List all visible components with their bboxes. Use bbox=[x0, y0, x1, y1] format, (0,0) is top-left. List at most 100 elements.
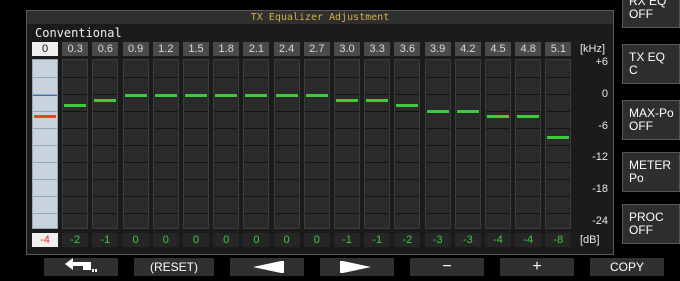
eq-mode-label: Conventional bbox=[35, 26, 122, 40]
slider-tick bbox=[153, 145, 178, 146]
band-level-marker[interactable] bbox=[154, 93, 177, 97]
slider-tick bbox=[365, 94, 390, 95]
slider-tick bbox=[274, 179, 299, 180]
slider-tick bbox=[274, 145, 299, 146]
slider-tick bbox=[335, 162, 359, 163]
slider-tick bbox=[395, 162, 420, 163]
band-level-marker[interactable] bbox=[124, 93, 147, 97]
max-po-button[interactable]: MAX-Po OFF bbox=[622, 100, 680, 140]
tx-eq-button[interactable]: TX EQ C bbox=[622, 44, 680, 84]
band-frequency-label[interactable]: 5.1 bbox=[545, 42, 572, 56]
band-level-marker[interactable] bbox=[245, 93, 268, 97]
band-frequency-label[interactable]: 0.6 bbox=[92, 42, 119, 56]
slider-tick bbox=[486, 94, 510, 95]
band-slider[interactable] bbox=[183, 59, 209, 229]
band-slider[interactable] bbox=[394, 59, 421, 229]
band-level-marker[interactable] bbox=[215, 93, 238, 97]
slider-tick bbox=[425, 196, 450, 197]
band-slider[interactable] bbox=[303, 59, 330, 229]
band-slider[interactable] bbox=[152, 59, 179, 229]
slider-tick bbox=[335, 179, 359, 180]
slider-tick bbox=[486, 145, 510, 146]
band-slider[interactable] bbox=[454, 59, 481, 229]
band-level-marker[interactable] bbox=[426, 109, 449, 113]
slider-tick bbox=[304, 196, 329, 197]
band-level-marker[interactable] bbox=[396, 104, 419, 108]
band-frequency-label[interactable]: 1.2 bbox=[152, 42, 179, 56]
meter-button[interactable]: METER Po bbox=[622, 152, 680, 192]
band-slider[interactable] bbox=[364, 59, 391, 229]
back-button[interactable] bbox=[44, 258, 118, 276]
band-frequency-label[interactable]: 0 bbox=[32, 42, 58, 56]
band-level-marker[interactable] bbox=[456, 109, 479, 113]
minus-button[interactable]: − bbox=[410, 258, 484, 276]
slider-tick bbox=[395, 128, 420, 129]
slider-tick bbox=[395, 179, 420, 180]
slider-tick bbox=[425, 77, 450, 78]
band-slider[interactable] bbox=[424, 59, 451, 229]
band-level-marker[interactable] bbox=[305, 93, 328, 97]
band-slider[interactable] bbox=[515, 59, 542, 229]
band-frequency-label[interactable]: 1.5 bbox=[183, 42, 209, 56]
band-frequency-label[interactable]: 4.8 bbox=[515, 42, 542, 56]
max-po-value: OFF bbox=[629, 119, 653, 133]
slider-tick bbox=[486, 213, 510, 214]
slider-tick bbox=[365, 111, 390, 112]
slider-tick bbox=[123, 77, 148, 78]
slider-tick bbox=[395, 111, 420, 112]
band-level-marker[interactable] bbox=[517, 115, 540, 118]
next-band-button[interactable] bbox=[320, 258, 394, 276]
band-slider[interactable] bbox=[273, 59, 300, 229]
band-frequency-label[interactable]: 3.3 bbox=[364, 42, 391, 56]
plus-button[interactable]: + bbox=[500, 258, 574, 276]
band-level-marker[interactable] bbox=[366, 99, 389, 103]
band-slider[interactable] bbox=[545, 59, 572, 229]
band-slider[interactable] bbox=[485, 59, 511, 229]
band-frequency-label[interactable]: 4.5 bbox=[485, 42, 511, 56]
slider-tick bbox=[455, 213, 480, 214]
band-slider[interactable] bbox=[122, 59, 149, 229]
slider-tick bbox=[425, 213, 450, 214]
band-frequency-label[interactable]: 1.8 bbox=[213, 42, 240, 56]
prev-band-button[interactable] bbox=[230, 258, 304, 276]
slider-tick bbox=[184, 196, 208, 197]
slider-tick bbox=[455, 179, 480, 180]
band-level-marker[interactable] bbox=[94, 99, 117, 103]
band-db-value: 0 bbox=[273, 233, 300, 247]
band-level-marker[interactable] bbox=[64, 104, 87, 108]
band-frequency-label[interactable]: 2.4 bbox=[273, 42, 300, 56]
band-frequency-label[interactable]: 2.7 bbox=[303, 42, 330, 56]
slider-tick bbox=[455, 77, 480, 78]
band-slider[interactable] bbox=[243, 59, 270, 229]
band-slider[interactable] bbox=[213, 59, 240, 229]
slider-tick bbox=[244, 77, 269, 78]
band-slider[interactable] bbox=[92, 59, 119, 229]
band-level-marker[interactable] bbox=[185, 93, 207, 97]
band-frequency-label[interactable]: 2.1 bbox=[243, 42, 270, 56]
copy-button[interactable]: COPY bbox=[590, 258, 664, 276]
band-frequency-label[interactable]: 3.0 bbox=[334, 42, 360, 56]
band-frequency-label[interactable]: 3.6 bbox=[394, 42, 421, 56]
slider-tick bbox=[425, 145, 450, 146]
band-level-marker[interactable] bbox=[547, 136, 570, 140]
slider-tick bbox=[214, 145, 239, 146]
band-slider[interactable] bbox=[62, 59, 89, 229]
band-frequency-label[interactable]: 0.9 bbox=[122, 42, 149, 56]
band-level-marker[interactable] bbox=[275, 93, 298, 97]
slider-tick bbox=[153, 196, 178, 197]
band-level-marker[interactable] bbox=[336, 99, 358, 103]
band-slider[interactable] bbox=[32, 59, 58, 229]
band-level-marker[interactable] bbox=[487, 115, 509, 118]
band-frequency-label[interactable]: 0.3 bbox=[62, 42, 89, 56]
proc-button[interactable]: PROC OFF bbox=[622, 204, 680, 244]
rx-eq-button[interactable]: RX EQ OFF bbox=[622, 0, 680, 28]
band-db-value: -2 bbox=[62, 233, 89, 247]
band-frequency-label[interactable]: 4.2 bbox=[454, 42, 481, 56]
slider-tick bbox=[153, 128, 178, 129]
reset-button[interactable]: (RESET) bbox=[134, 258, 214, 276]
band-slider[interactable] bbox=[334, 59, 360, 229]
slider-tick bbox=[455, 145, 480, 146]
band-db-value: -4 bbox=[515, 233, 542, 247]
band-frequency-label[interactable]: 3.9 bbox=[424, 42, 451, 56]
band-level-marker[interactable] bbox=[34, 115, 56, 118]
